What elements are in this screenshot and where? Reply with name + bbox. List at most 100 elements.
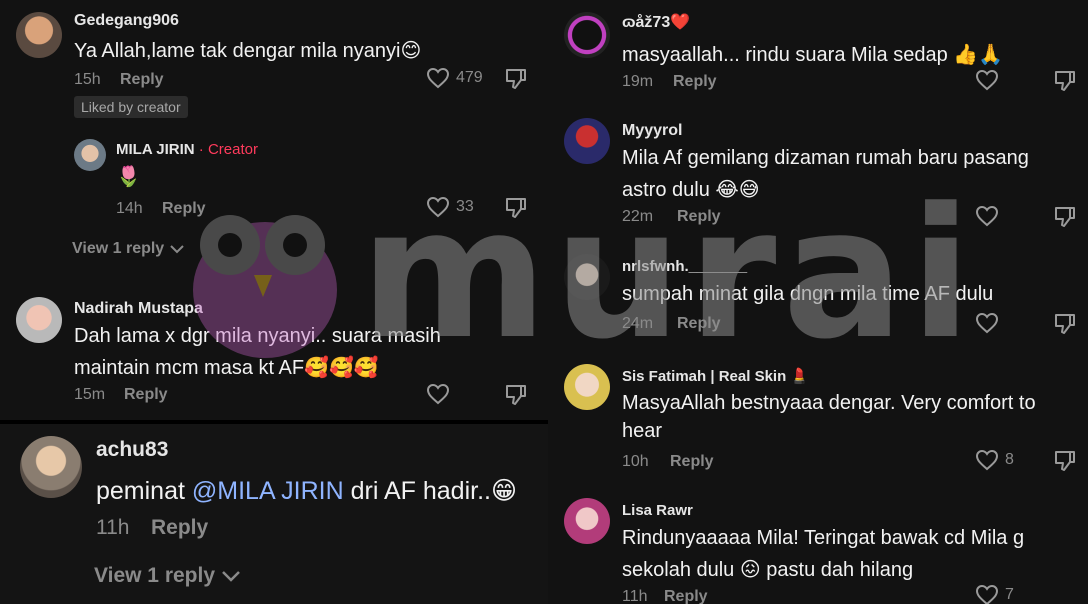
comment-username[interactable]: achu83 bbox=[96, 438, 168, 462]
avatar[interactable] bbox=[16, 12, 62, 58]
comment-time: 15m bbox=[74, 386, 106, 403]
comment-time: 10h bbox=[622, 453, 649, 470]
like-count: 479 bbox=[456, 69, 483, 86]
comment-time: 19m bbox=[622, 73, 654, 90]
liked-by-creator-badge: Liked by creator bbox=[74, 96, 188, 118]
mention-link[interactable]: @MILA JIRIN bbox=[192, 477, 344, 505]
reply-button[interactable]: Reply bbox=[673, 73, 717, 91]
heart-emoji: ❤️ bbox=[670, 12, 691, 31]
comment-text-suffix: dri AF hadir.. bbox=[343, 477, 491, 505]
like-button[interactable] bbox=[975, 312, 999, 334]
dislike-button[interactable] bbox=[504, 66, 528, 90]
comment-username[interactable]: ɷåž73❤️ bbox=[622, 12, 690, 32]
reply-button[interactable]: Reply bbox=[664, 588, 708, 604]
heart-icon bbox=[426, 383, 450, 405]
emoji: 😁 bbox=[490, 476, 518, 505]
thumbs-down-icon bbox=[1055, 314, 1075, 334]
emoji: 👍🙏 bbox=[953, 42, 1004, 66]
right-panel: ɷåž73❤️ masyaallah... rindu suara Mila s… bbox=[548, 0, 1088, 604]
avatar[interactable] bbox=[564, 12, 610, 58]
reply-button[interactable]: Reply bbox=[162, 200, 206, 218]
view-replies-button[interactable]: View 1 reply bbox=[94, 564, 241, 588]
like-button[interactable]: 33 bbox=[426, 196, 474, 218]
comment-text-line1: Dah lama x dgr mila nyanyi.. suara masih bbox=[74, 325, 441, 347]
chevron-down-icon bbox=[222, 571, 240, 582]
avatar[interactable] bbox=[564, 364, 610, 410]
like-button[interactable] bbox=[426, 383, 450, 405]
comment-text-body: astro dulu bbox=[622, 179, 716, 201]
heart-icon bbox=[975, 312, 999, 334]
heart-icon bbox=[426, 196, 450, 218]
creator-name: MILA JIRIN bbox=[116, 141, 195, 158]
dislike-button[interactable] bbox=[1053, 311, 1077, 335]
comment-time: 14h bbox=[116, 200, 143, 217]
comment-time: 22m bbox=[622, 208, 654, 225]
heart-icon bbox=[975, 69, 999, 91]
comment-text-line2: maintain mcm masa kt AF🥰🥰🥰 bbox=[74, 355, 379, 380]
like-button[interactable]: 8 bbox=[975, 449, 1014, 471]
reply-button[interactable]: Reply bbox=[677, 208, 721, 226]
reply-button[interactable]: Reply bbox=[124, 386, 168, 404]
comment-time: 11h bbox=[96, 516, 130, 539]
emoji: 😊 bbox=[400, 38, 422, 62]
comment-username[interactable]: Nadirah Mustapa bbox=[74, 300, 203, 318]
comment-username[interactable]: nrlsfwnh._______ bbox=[622, 258, 747, 275]
emoji: 😖 bbox=[739, 557, 761, 581]
emoji: 😂😅 bbox=[715, 177, 760, 201]
thumbs-down-icon bbox=[1055, 451, 1075, 471]
like-button[interactable] bbox=[975, 205, 999, 227]
comment-username[interactable]: Gedegang906 bbox=[74, 12, 179, 30]
avatar[interactable] bbox=[564, 118, 610, 164]
comment-username[interactable]: Lisa Rawr bbox=[622, 502, 693, 519]
comment-text: peminat @MILA JIRIN dri AF hadir..😁 bbox=[96, 476, 517, 506]
comment-time: 24m bbox=[622, 315, 654, 332]
avatar[interactable] bbox=[74, 139, 106, 171]
heart-icon bbox=[975, 449, 999, 471]
creator-separator: · bbox=[194, 141, 208, 158]
heart-icon bbox=[975, 205, 999, 227]
like-button[interactable] bbox=[975, 69, 999, 91]
heart-icon bbox=[426, 67, 450, 89]
comment-username[interactable]: Myyyrol bbox=[622, 122, 682, 140]
comment-text-line2: sekolah dulu 😖 pastu dah hilang bbox=[622, 557, 913, 582]
reply-button[interactable]: Reply bbox=[120, 71, 164, 89]
comment-text-line1: Mila Af gemilang dizaman rumah baru pasa… bbox=[622, 147, 1029, 169]
comment-time: 11h bbox=[622, 588, 648, 604]
comment-text: masyaallah... rindu suara Mila sedap 👍🙏 bbox=[622, 42, 1003, 67]
heart-icon bbox=[975, 584, 999, 604]
view-replies-label: View 1 reply bbox=[72, 240, 165, 257]
dislike-button[interactable] bbox=[504, 382, 528, 406]
username-text: Sis Fatimah | Real Skin bbox=[622, 368, 791, 385]
comment-text-body: sekolah dulu bbox=[622, 559, 740, 581]
dislike-button[interactable] bbox=[504, 195, 528, 219]
reply-button[interactable]: Reply bbox=[670, 453, 714, 471]
avatar[interactable] bbox=[20, 436, 82, 498]
comment-text-line2: astro dulu 😂😅 bbox=[622, 177, 760, 202]
comment-text: sumpah minat gila dngn mila time AF dulu bbox=[622, 283, 994, 305]
reply-button[interactable]: Reply bbox=[151, 516, 208, 540]
comment-text: Ya Allah,lame tak dengar mila nyanyi😊 bbox=[74, 38, 421, 63]
creator-username[interactable]: MILA JIRIN · Creator bbox=[116, 141, 258, 158]
avatar[interactable] bbox=[564, 254, 610, 300]
comment-text-line2: hear bbox=[622, 420, 663, 442]
comment-text-body: masyaallah... rindu suara Mila sedap bbox=[622, 44, 954, 66]
thumbs-down-icon bbox=[506, 69, 526, 89]
dislike-button[interactable] bbox=[1053, 204, 1077, 228]
dislike-button[interactable] bbox=[1053, 68, 1077, 92]
avatar[interactable] bbox=[16, 297, 62, 343]
username-text: ɷåž73 bbox=[622, 14, 671, 31]
view-replies-button[interactable]: View 1 reply bbox=[72, 240, 184, 258]
chevron-down-icon bbox=[170, 245, 184, 254]
dislike-button[interactable] bbox=[1053, 448, 1077, 472]
comment-username[interactable]: Sis Fatimah | Real Skin 💄 bbox=[622, 367, 809, 385]
avatar[interactable] bbox=[564, 498, 610, 544]
like-count: 8 bbox=[1005, 451, 1014, 468]
like-button[interactable]: 479 bbox=[426, 67, 483, 89]
thumbs-down-icon bbox=[1055, 207, 1075, 227]
view-replies-label: View 1 reply bbox=[94, 564, 216, 587]
creator-label: Creator bbox=[207, 141, 258, 158]
like-count: 33 bbox=[456, 198, 474, 215]
comment-text-body: pastu dah hilang bbox=[760, 559, 914, 581]
reply-button[interactable]: Reply bbox=[677, 315, 721, 333]
like-button[interactable]: 7 bbox=[975, 584, 1014, 604]
